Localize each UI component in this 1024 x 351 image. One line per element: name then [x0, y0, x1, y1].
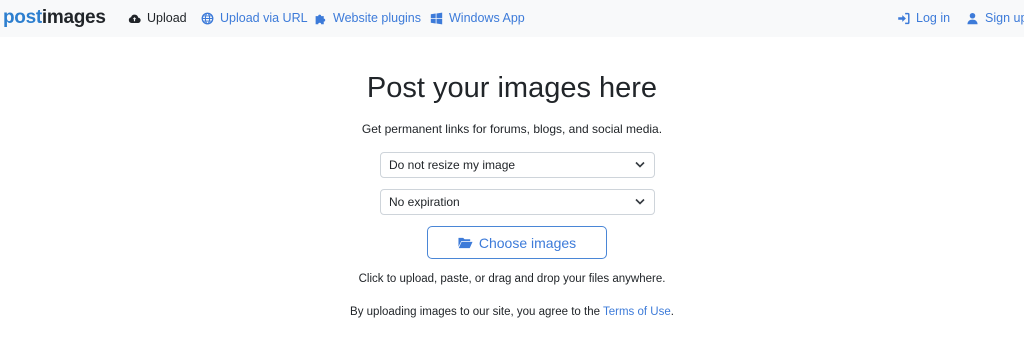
user-icon [967, 12, 978, 24]
terms-prefix: By uploading images to our site, you agr… [350, 306, 603, 318]
brand-part-post: post [3, 7, 42, 28]
nav-windows-app[interactable]: Windows App [430, 10, 525, 26]
nav-upload-url-label: Upload via URL [220, 11, 308, 25]
puzzle-icon [315, 14, 326, 24]
folder-open-icon [458, 237, 473, 249]
navbar: postimages Upload Upload via URL Website… [0, 0, 1024, 37]
brand-logo[interactable]: postimages [3, 8, 106, 28]
nav-signup[interactable]: Sign up [966, 10, 1024, 26]
terms-suffix: . [670, 306, 674, 318]
nav-login-label: Log in [916, 11, 951, 25]
chevron-down-icon [635, 198, 645, 205]
globe-icon [201, 12, 214, 24]
upload-hint: Click to upload, paste, or drag and drop… [358, 273, 666, 285]
page-subtitle: Get permanent links for forums, blogs, a… [361, 122, 663, 136]
nav-upload-url[interactable]: Upload via URL [201, 10, 308, 26]
chevron-down-icon [635, 161, 645, 168]
choose-images-label: Choose images [478, 234, 577, 251]
sign-in-icon [898, 12, 910, 24]
terms-of-use-link[interactable]: Terms of Use [603, 306, 671, 318]
nav-windows-app-label: Windows App [449, 11, 525, 25]
expiration-select-value: No expiration [389, 195, 460, 209]
terms-notice: By uploading images to our site, you agr… [0, 304, 1024, 320]
resize-select-value: Do not resize my image [389, 158, 516, 172]
expiration-select[interactable]: No expiration [380, 189, 655, 215]
nav-signup-label: Sign up [985, 11, 1024, 25]
page-title: Post your images here [366, 72, 658, 104]
nav-upload[interactable]: Upload [128, 10, 187, 26]
windows-icon [430, 12, 443, 24]
resize-select[interactable]: Do not resize my image [380, 152, 655, 178]
nav-upload-label: Upload [147, 11, 187, 25]
cloud-upload-icon [128, 14, 141, 23]
nav-website-plugins-label: Website plugins [333, 11, 422, 25]
nav-website-plugins[interactable]: Website plugins [314, 10, 421, 26]
brand-part-images: images [41, 7, 106, 28]
choose-images-button[interactable]: Choose images [427, 226, 607, 259]
nav-login[interactable]: Log in [897, 10, 950, 26]
